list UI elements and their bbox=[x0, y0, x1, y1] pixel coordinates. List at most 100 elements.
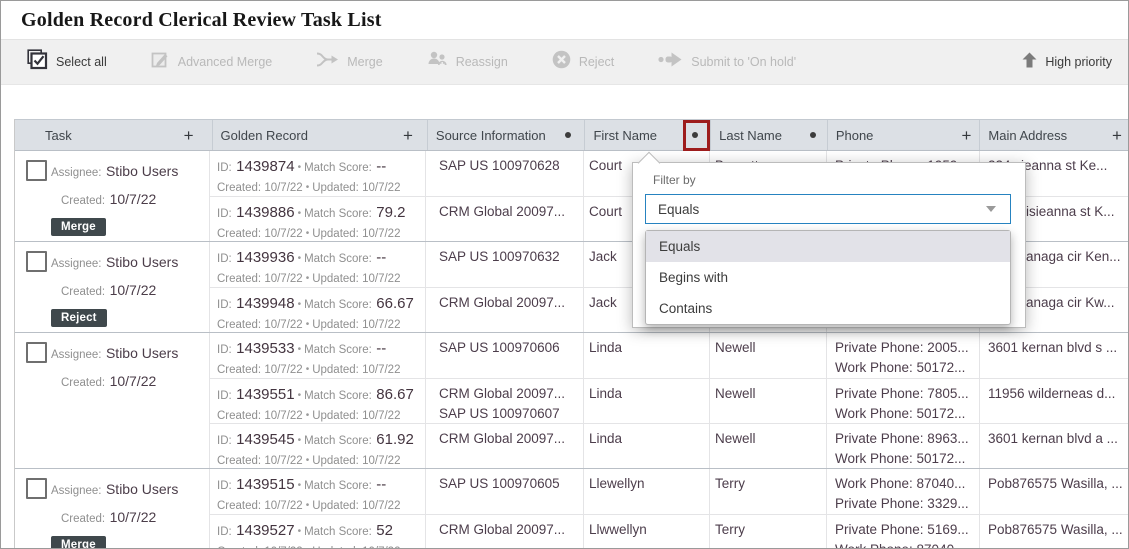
row-checkbox[interactable] bbox=[26, 478, 47, 499]
source-cell: CRM Global 20097... bbox=[425, 288, 583, 332]
phone-cell: Private Phone: 5169...Work Phone: 87040.… bbox=[826, 515, 979, 548]
status-badge: Reject bbox=[51, 309, 107, 327]
address-cell: 3601 kernan blvd s ... bbox=[979, 333, 1128, 378]
column-header-phone[interactable]: Phone + bbox=[827, 120, 980, 150]
select-all-checkbox-icon bbox=[27, 49, 48, 75]
add-column-icon[interactable]: + bbox=[403, 127, 413, 144]
source-cell: CRM Global 20097...SAP US 100970607 bbox=[425, 379, 583, 423]
task-group: Assignee: Stibo Users Created: 10/7/22 I… bbox=[15, 332, 1128, 468]
first-name-cell: Llewellyn bbox=[583, 469, 709, 514]
add-column-icon[interactable]: + bbox=[961, 127, 971, 144]
phone-cell: Private Phone: 2005...Work Phone: 50172.… bbox=[826, 333, 979, 378]
first-name-cell: Linda bbox=[583, 424, 709, 468]
column-header-golden-record[interactable]: Golden Record + bbox=[212, 120, 427, 150]
app-window: Golden Record Clerical Review Task List … bbox=[0, 0, 1129, 549]
filter-operator-select[interactable]: Equals bbox=[645, 194, 1011, 224]
filter-dot-icon[interactable] bbox=[810, 132, 816, 138]
source-cell: CRM Global 20097... bbox=[425, 515, 583, 548]
option-begins-with[interactable]: Begins with bbox=[646, 262, 1010, 293]
record-row[interactable]: ID: 1439551•Match Score: 86.67 Created: … bbox=[209, 378, 1128, 423]
golden-record-cell: ID: 1439515•Match Score: -- Created: 10/… bbox=[209, 469, 425, 514]
task-cell: Assignee: Stibo Users Created: 10/7/22 bbox=[15, 333, 209, 468]
add-column-icon[interactable]: + bbox=[1112, 127, 1122, 144]
reject-label: Reject bbox=[579, 55, 614, 69]
source-cell: SAP US 100970605 bbox=[425, 469, 583, 514]
filter-operator-options: Equals Begins with Contains bbox=[645, 230, 1011, 325]
address-cell: 11956 wilderneas d... bbox=[979, 379, 1128, 423]
filter-dot-icon[interactable] bbox=[692, 132, 698, 138]
record-row[interactable]: ID: 1439533•Match Score: -- Created: 10/… bbox=[209, 333, 1128, 378]
assignee-value: Stibo Users bbox=[106, 254, 178, 270]
golden-record-cell: ID: 1439545•Match Score: 61.92 Created: … bbox=[209, 424, 425, 468]
select-all-button[interactable]: Select all bbox=[27, 49, 107, 75]
advanced-merge-icon bbox=[151, 50, 170, 74]
row-checkbox[interactable] bbox=[26, 251, 47, 272]
page-title: Golden Record Clerical Review Task List bbox=[21, 9, 382, 32]
golden-record-cell: ID: 1439948•Match Score: 66.67 Created: … bbox=[209, 288, 425, 332]
high-priority-arrow-icon bbox=[1022, 52, 1037, 73]
last-name-cell: Newell bbox=[709, 333, 826, 378]
assignee-value: Stibo Users bbox=[106, 345, 178, 361]
golden-record-cell: ID: 1439551•Match Score: 86.67 Created: … bbox=[209, 379, 425, 423]
first-name-cell: Linda bbox=[583, 333, 709, 378]
column-header-main-address[interactable]: Main Address + bbox=[979, 120, 1128, 150]
option-equals[interactable]: Equals bbox=[646, 231, 1010, 262]
source-cell: SAP US 100970606 bbox=[425, 333, 583, 378]
source-cell: CRM Global 20097... bbox=[425, 197, 583, 241]
last-name-cell: Newell bbox=[709, 379, 826, 423]
address-cell: 3601 kernan blvd a ... bbox=[979, 424, 1128, 468]
record-row[interactable]: ID: 1439515•Match Score: -- Created: 10/… bbox=[209, 469, 1128, 514]
first-name-cell: Linda bbox=[583, 379, 709, 423]
created-value: 10/7/22 bbox=[110, 282, 157, 298]
submit-arrow-icon bbox=[658, 50, 683, 74]
row-checkbox[interactable] bbox=[26, 160, 47, 181]
address-cell: Pob876575 Wasilla, ... bbox=[979, 469, 1128, 514]
last-name-cell: Terry bbox=[709, 469, 826, 514]
filter-popup: Filter by Equals Equals Begins with Cont… bbox=[632, 162, 1026, 328]
title-bar: Golden Record Clerical Review Task List bbox=[1, 1, 1128, 39]
column-header-first-name[interactable]: First Name bbox=[584, 120, 710, 150]
reject-button[interactable]: Reject bbox=[552, 50, 614, 74]
task-group: Assignee: Stibo Users Created: 10/7/22 M… bbox=[15, 468, 1128, 548]
add-column-icon[interactable]: + bbox=[184, 127, 194, 144]
submit-on-hold-button[interactable]: Submit to 'On hold' bbox=[658, 50, 796, 74]
filter-dot-icon[interactable] bbox=[565, 132, 571, 138]
chevron-down-icon bbox=[986, 206, 996, 212]
golden-record-cell: ID: 1439886•Match Score: 79.2 Created: 1… bbox=[209, 197, 425, 241]
task-cell: Assignee: Stibo Users Created: 10/7/22 M… bbox=[15, 469, 209, 548]
merge-label: Merge bbox=[347, 55, 382, 69]
merge-icon bbox=[316, 50, 339, 74]
reassign-icon bbox=[427, 50, 448, 74]
golden-record-cell: ID: 1439533•Match Score: -- Created: 10/… bbox=[209, 333, 425, 378]
advanced-merge-label: Advanced Merge bbox=[178, 55, 273, 69]
source-cell: CRM Global 20097... bbox=[425, 424, 583, 468]
phone-cell: Private Phone: 7805...Work Phone: 50172.… bbox=[826, 379, 979, 423]
column-header-source-information[interactable]: Source Information bbox=[427, 120, 585, 150]
option-contains[interactable]: Contains bbox=[646, 293, 1010, 324]
phone-cell: Work Phone: 87040...Private Phone: 3329.… bbox=[826, 469, 979, 514]
advanced-merge-button[interactable]: Advanced Merge bbox=[151, 50, 273, 74]
merge-button[interactable]: Merge bbox=[316, 50, 382, 74]
reassign-label: Reassign bbox=[456, 55, 508, 69]
source-cell: SAP US 100970632 bbox=[425, 242, 583, 287]
created-value: 10/7/22 bbox=[110, 509, 157, 525]
golden-record-cell: ID: 1439527•Match Score: 52 Created: 10/… bbox=[209, 515, 425, 548]
source-cell: SAP US 100970628 bbox=[425, 151, 583, 196]
reassign-button[interactable]: Reassign bbox=[427, 50, 508, 74]
address-cell: Pob876575 Wasilla, ... bbox=[979, 515, 1128, 548]
assignee-value: Stibo Users bbox=[106, 163, 178, 179]
row-checkbox[interactable] bbox=[26, 342, 47, 363]
high-priority-label: High priority bbox=[1045, 55, 1112, 69]
last-name-cell: Newell bbox=[709, 424, 826, 468]
column-header-task[interactable]: Task + bbox=[15, 120, 212, 150]
record-row[interactable]: ID: 1439545•Match Score: 61.92 Created: … bbox=[209, 423, 1128, 468]
select-all-label: Select all bbox=[56, 55, 107, 69]
high-priority-button[interactable]: High priority bbox=[1022, 52, 1112, 73]
filter-by-label: Filter by bbox=[653, 173, 1025, 187]
first-name-cell: Llwwellyn bbox=[583, 515, 709, 548]
status-badge: Merge bbox=[51, 536, 106, 548]
phone-cell: Private Phone: 8963...Work Phone: 50172.… bbox=[826, 424, 979, 468]
task-cell: Assignee: Stibo Users Created: 10/7/22 R… bbox=[15, 242, 209, 332]
record-row[interactable]: ID: 1439527•Match Score: 52 Created: 10/… bbox=[209, 514, 1128, 548]
column-header-last-name[interactable]: Last Name bbox=[710, 120, 827, 150]
